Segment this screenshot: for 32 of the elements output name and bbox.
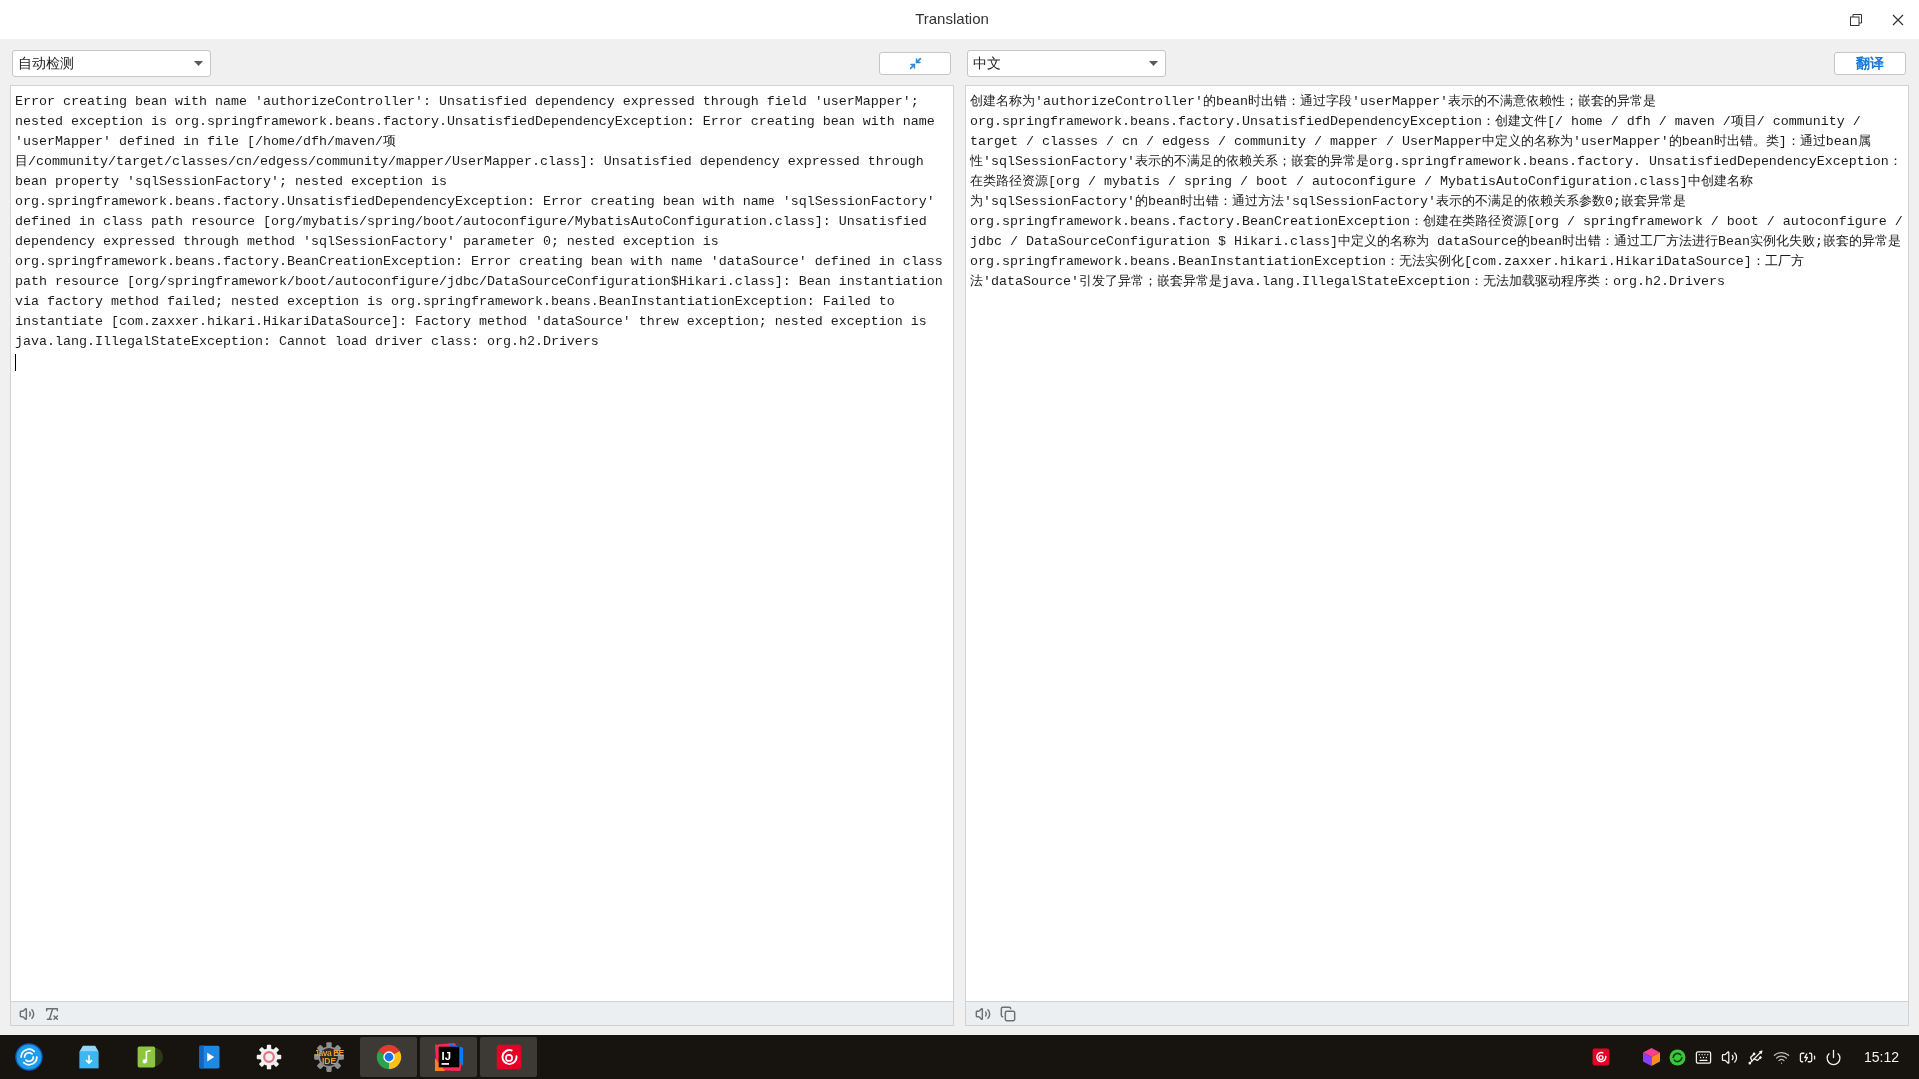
gear-icon — [254, 1043, 283, 1071]
target-language-dropdown[interactable]: 中文 — [967, 50, 1166, 77]
copy-icon[interactable] — [1000, 1005, 1016, 1022]
window-title: Translation — [915, 9, 989, 30]
swirl-tile-icon — [494, 1043, 523, 1071]
square-logo-icon: IJ — [433, 1042, 464, 1072]
keyboard-icon[interactable] — [1694, 1048, 1712, 1066]
taskbar-app-button[interactable]: Java EE IDE — [300, 1037, 357, 1077]
tricolor-circle-icon — [374, 1043, 403, 1071]
taskbar-app-button[interactable]: IJ — [420, 1037, 477, 1077]
taskbar-app-button[interactable] — [480, 1037, 537, 1077]
clock-time[interactable]: 15:12 — [1863, 1046, 1899, 1068]
converging-arrows-icon — [908, 57, 922, 70]
dropdown-caret-icon — [194, 61, 203, 66]
clear-format-icon[interactable] — [44, 1005, 60, 1022]
swirl-logo-icon — [14, 1043, 43, 1071]
volume-icon[interactable] — [1720, 1048, 1738, 1066]
speaker-icon[interactable] — [19, 1005, 35, 1022]
dropdown-caret-icon — [1149, 61, 1158, 66]
restore-window-icon[interactable] — [1850, 13, 1862, 26]
speaker-icon[interactable] — [975, 1005, 991, 1022]
taskbar-app-button[interactable] — [360, 1037, 417, 1077]
usb-icon[interactable] — [1746, 1048, 1764, 1066]
translate-button[interactable]: 翻译 — [1834, 52, 1906, 75]
power-icon[interactable] — [1824, 1048, 1842, 1066]
swirl-tile-icon[interactable] — [1591, 1048, 1610, 1066]
cube-icon[interactable] — [1642, 1048, 1660, 1066]
close-icon[interactable] — [1892, 13, 1904, 26]
source-language-dropdown[interactable]: 自动检测 — [12, 50, 211, 77]
translated-text: 创建名称为'authorizeController'的bean时出错：通过字段'userMapper'表示的不满意依赖性；嵌套的异常是org.springframework.beans.factory.UnsatisfiedDependencyException：创建文件[/ home / dfh / maven /项目/ community / target / classes / cn / edgess / community / mapper / UserMapper中定义的名称为'userMapper'的bean时出错。类]：通过bean属性'sqlSessionFactory'表示的不满足的依赖关系；嵌套的异常是org.springframework.beans.factory. UnsatisfiedDependencyException：在类路径资源[org / mybatis / spring / boot / autoconfigure / MybatisAutoConfiguration.class]中创建名称为'sqlSessionFactory'的bean时出错：通过方法'sqlSessionFactory'表示的不满足的依赖关系参数0;嵌套异常是org.springframework.beans.factory.BeanCreationException：创建在类路径资源[org / springframework / boot / autoconfigure / jdbc / DataSourceConfiguration $ Hikari.class]中定义的名称为 dataSource的bean时出错：通过工厂方法进行Bean实例化失败;嵌套的异常是org.springframework.beans.BeanInstantiationException：无法实例化[com.zaxxer.hikari.HikariDataSource]：工厂方法'dataSource'引发了异常；嵌套异常是java.lang.IllegalStateException：无法加载驱动程序类：org.h2.Drivers — [970, 93, 1904, 291]
source-text: Error creating bean with name 'authorizeController': Unsatisfied dependency expressed through field 'userMapper'; nested exception is org.springframework.beans.factory.UnsatisfiedDependencyException: Error creating bean with name 'userMapper' defined in file [/home/dfh/maven/项目/community/target/classes/cn/edgess/community/mapper/UserMapper.class]: Unsatisfied dependency expressed through bean property 'sqlSessionFactory'; nested exception is org.springframework.beans.factory.UnsatisfiedDependencyException: Error creating bean with name 'sqlSessionFactory' defined in class path resource [org/mybatis/spring/boot/autoconfigure/MybatisAutoConfiguration.class]: Unsatisfied dependency expressed through method 'sqlSessionFactory' parameter 0; nested exception is org.springframework.beans.factory.BeanCreationException: Error creating bean with name 'dataSource' defined in class path resource [org/springframework/boot/autoconfigure/jdbc/DataSourceConfiguration$Hikari.class]: Bean instantiation via factory method failed; nested exception is org.springframework.beans.BeanInstantiationException: Failed to instantiate [com.zaxxer.hikari.HikariDataSource]: Factory method 'dataSource' threw exception; nested exception is java.lang.IllegalStateException: Cannot load driver class: org.h2.Drivers — [15, 93, 944, 351]
swirl-circle-icon[interactable] — [1668, 1048, 1686, 1066]
